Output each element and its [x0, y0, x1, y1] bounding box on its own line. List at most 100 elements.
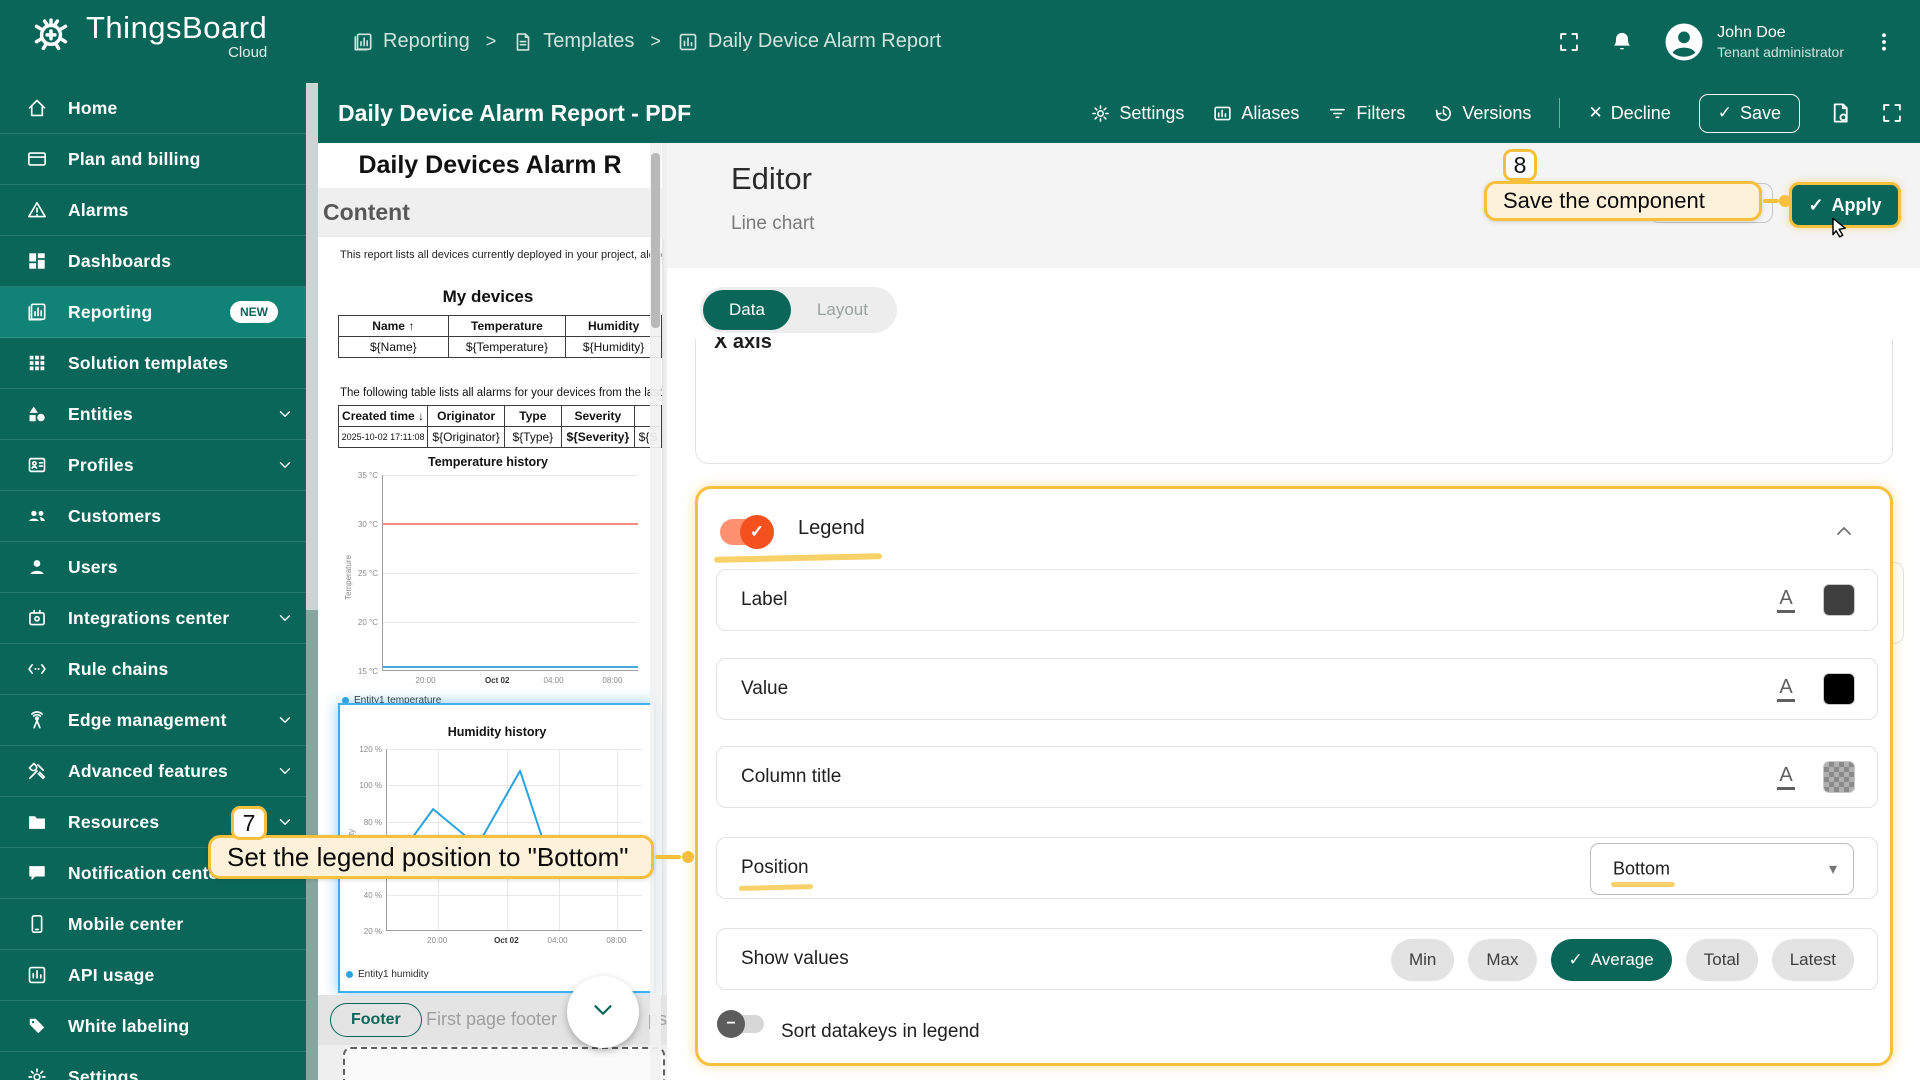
chip-average[interactable]: ✓Average — [1551, 939, 1672, 981]
sort-datakeys-row: − Sort datakeys in legend — [698, 1009, 1890, 1055]
legend-column-title-row: Column title A — [716, 746, 1878, 808]
footer-chip[interactable]: Footer — [330, 1003, 422, 1037]
sidebar-item-entities[interactable]: Entities — [0, 389, 318, 440]
position-value: Bottom — [1613, 859, 1670, 880]
breadcrumb-item-daily-device-alarm-report[interactable]: Daily Device Alarm Report — [677, 30, 941, 53]
versions-button[interactable]: Versions — [1433, 103, 1531, 124]
chip-latest[interactable]: Latest — [1772, 939, 1854, 981]
chip-label: Latest — [1790, 950, 1836, 970]
table-header: Originator — [428, 406, 505, 427]
chevron-down-icon[interactable] — [276, 762, 294, 780]
y-tick-label: 120 % — [359, 745, 382, 754]
sidebar-item-rule-chains[interactable]: Rule chains — [0, 644, 318, 695]
color-swatch[interactable] — [1823, 761, 1855, 793]
sidebar-item-settings[interactable]: Settings — [0, 1052, 318, 1080]
legend-toggle[interactable]: ✓ — [720, 515, 774, 549]
sidebar-item-customers[interactable]: Customers — [0, 491, 318, 542]
footer-drop-zone[interactable] — [343, 1047, 665, 1080]
filters-button[interactable]: Filters — [1327, 103, 1405, 124]
table-cell: 2025-10-02 17:11:08 — [339, 427, 428, 448]
preview-page[interactable]: This report lists all devices currently … — [318, 237, 662, 995]
sidebar-item-label: Settings — [68, 1067, 304, 1080]
sidebar-item-label: Profiles — [68, 455, 304, 476]
chart-box-icon — [26, 964, 48, 986]
chevron-down-icon[interactable] — [276, 405, 294, 423]
sidebar-item-advanced-features[interactable]: Advanced features — [0, 746, 318, 797]
font-settings-icon[interactable]: A — [1777, 765, 1795, 790]
tab-layout[interactable]: Layout — [791, 290, 894, 330]
sidebar-item-home[interactable]: Home — [0, 83, 318, 134]
check-icon: ✓ — [740, 515, 774, 549]
fullscreen-icon[interactable] — [1880, 101, 1904, 125]
preview-page-title: Daily Devices Alarm R — [318, 143, 662, 188]
sort-datakeys-toggle[interactable]: − — [717, 1009, 767, 1039]
x-tick-label: 04:00 — [544, 676, 564, 685]
humidity-legend: Entity1 humidity — [346, 969, 429, 980]
sidebar-item-plan-and-billing[interactable]: Plan and billing — [0, 134, 318, 185]
export-pdf-icon[interactable] — [1828, 101, 1852, 125]
sidebar-item-api-usage[interactable]: API usage — [0, 950, 318, 1001]
content-section-label: Content — [323, 199, 410, 226]
chip-label: Total — [1704, 950, 1740, 970]
position-value-marker-underline — [1611, 882, 1675, 887]
color-swatch[interactable] — [1823, 584, 1855, 616]
series-line — [383, 666, 638, 668]
breadcrumb-item-templates[interactable]: Templates — [512, 30, 634, 53]
sidebar-item-label: Resources — [68, 812, 304, 833]
sidebar-item-reporting[interactable]: ReportingNEW — [0, 287, 318, 338]
humidity-chart-title: Humidity history — [340, 725, 654, 739]
chip-total[interactable]: Total — [1686, 939, 1758, 981]
chip-min[interactable]: Min — [1391, 939, 1454, 981]
sidebar-item-profiles[interactable]: Profiles — [0, 440, 318, 491]
fullscreen-icon[interactable] — [1557, 30, 1581, 54]
legend-heading: Legend — [798, 517, 865, 540]
bell-icon[interactable] — [1609, 29, 1635, 55]
position-dropdown[interactable]: Bottom ▾ — [1590, 843, 1854, 895]
chevron-down-icon — [276, 456, 294, 474]
sidebar-item-integrations-center[interactable]: Integrations center — [0, 593, 318, 644]
sidebar-item-edge-management[interactable]: Edge management — [0, 695, 318, 746]
sidebar-item-dashboards[interactable]: Dashboards — [0, 236, 318, 287]
report-title: Daily Device Alarm Report - PDF — [338, 83, 691, 143]
legend-entry-label: Entity1 humidity — [358, 969, 429, 980]
tab-data[interactable]: Data — [703, 290, 791, 330]
chevron-down-icon — [276, 813, 294, 831]
table-cell: ${Originator} — [428, 427, 505, 448]
preview-scrollbar-thumb[interactable] — [651, 153, 660, 328]
chevron-down-icon[interactable] — [276, 711, 294, 729]
cursor-icon — [1827, 215, 1851, 239]
breadcrumb-item-reporting[interactable]: Reporting — [352, 30, 470, 53]
chevron-down-icon — [276, 405, 294, 423]
chip-max[interactable]: Max — [1468, 939, 1536, 981]
sidebar-item-users[interactable]: Users — [0, 542, 318, 593]
decline-button[interactable]: ✕ Decline — [1588, 103, 1670, 124]
step-7-connector-line — [655, 855, 681, 859]
collapse-fab-button[interactable] — [567, 976, 639, 1048]
integration-icon — [26, 607, 48, 629]
step-8-connector-dot — [1779, 195, 1791, 207]
sidebar-item-white-labeling[interactable]: White labeling — [0, 1001, 318, 1052]
field-label: Column title — [741, 766, 841, 788]
chevron-down-icon[interactable] — [276, 609, 294, 627]
chevron-up-icon[interactable] — [1832, 519, 1856, 548]
legend-label-row: LabelA — [716, 569, 1878, 631]
thingsboard-brand[interactable]: ThingsBoard Cloud — [28, 10, 267, 61]
settings-button[interactable]: Settings — [1090, 103, 1184, 124]
x-tick-label: 04:00 — [548, 936, 568, 945]
chevron-down-icon[interactable] — [276, 456, 294, 474]
chevron-down-icon[interactable] — [276, 813, 294, 831]
breadcrumb-label: Templates — [543, 30, 634, 53]
sidebar-item-label: Plan and billing — [68, 149, 304, 170]
aliases-button[interactable]: Aliases — [1212, 103, 1299, 124]
save-button[interactable]: ✓ Save — [1699, 94, 1800, 133]
font-settings-icon[interactable]: A — [1777, 677, 1795, 702]
sidebar-item-mobile-center[interactable]: Mobile center — [0, 899, 318, 950]
chevron-down-icon — [276, 609, 294, 627]
preview-page-header: Daily Devices Alarm R — [318, 143, 662, 188]
user-menu[interactable]: John Doe Tenant administrator — [1663, 21, 1844, 63]
sidebar-item-alarms[interactable]: Alarms — [0, 185, 318, 236]
color-swatch[interactable] — [1823, 673, 1855, 705]
kebab-icon[interactable] — [1872, 30, 1896, 54]
font-settings-icon[interactable]: A — [1777, 588, 1795, 613]
sidebar-item-solution-templates[interactable]: Solution templates — [0, 338, 318, 389]
